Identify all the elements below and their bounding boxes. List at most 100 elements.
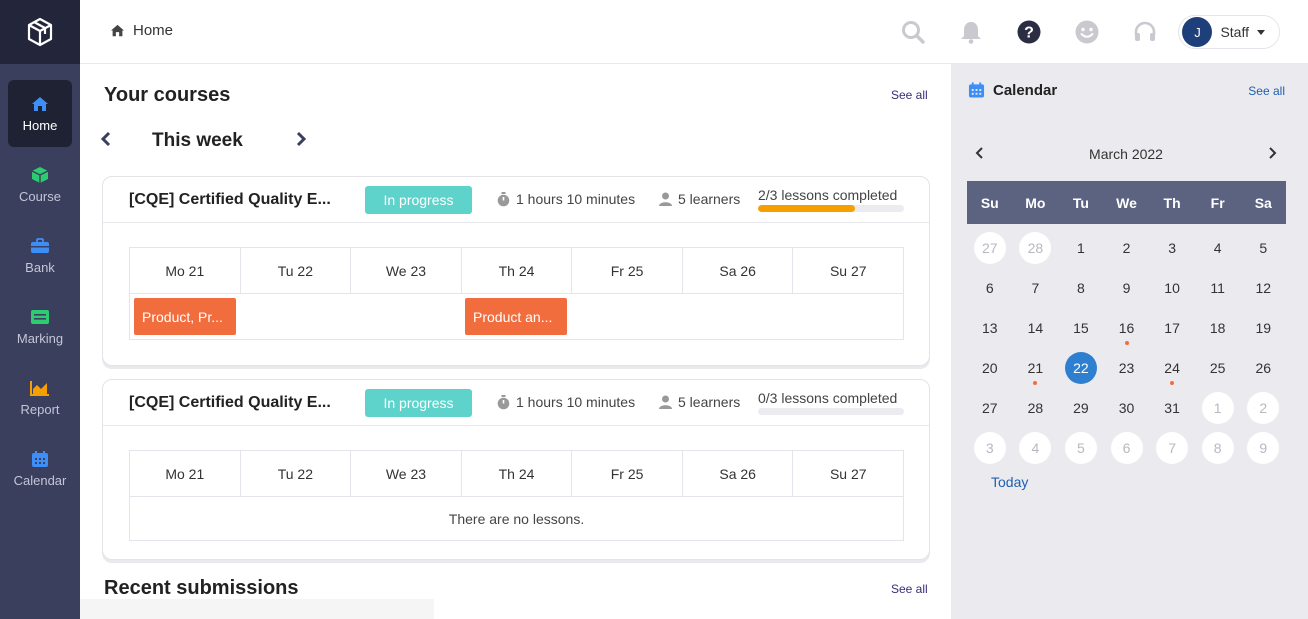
help-button[interactable]: ? — [1000, 0, 1058, 64]
calendar-day[interactable]: 31 — [1149, 388, 1195, 428]
calendar-day[interactable]: 16 — [1104, 308, 1150, 348]
calendar-day[interactable]: 6 — [967, 268, 1013, 308]
calendar-day-number: 9 — [1247, 432, 1280, 464]
calendar-day[interactable]: 20 — [967, 348, 1013, 388]
week-navigator: This week — [100, 130, 307, 152]
calendar-day-number: 23 — [1118, 360, 1135, 376]
prev-week-button[interactable] — [100, 131, 112, 152]
lesson-chip[interactable]: Product an... — [465, 298, 567, 335]
search-button[interactable] — [884, 0, 942, 64]
lesson-chip[interactable]: Product, Pr... — [134, 298, 236, 335]
calendar-day-number: 4 — [1213, 240, 1222, 256]
topbar: Home ? J Staff — [80, 0, 1308, 64]
calendar-day-number: 19 — [1255, 320, 1272, 336]
calendar-day-today[interactable]: 22 — [1058, 348, 1104, 388]
course-learners: 5 learners — [659, 191, 740, 207]
calendar-day-number: 24 — [1164, 360, 1180, 376]
calendar-day[interactable]: 6 — [1104, 428, 1150, 468]
course-title[interactable]: [CQE] Certified Quality E... — [129, 394, 344, 412]
sidebar-item-bank[interactable]: Bank — [8, 222, 72, 289]
calendar-day[interactable]: 1 — [1195, 388, 1241, 428]
next-month-button[interactable] — [1268, 146, 1285, 162]
calendar-day[interactable]: 12 — [1240, 268, 1286, 308]
calendar-day[interactable]: 9 — [1240, 428, 1286, 468]
calendar-day[interactable]: 10 — [1149, 268, 1195, 308]
calendar-day[interactable]: 3 — [967, 428, 1013, 468]
chevron-left-icon — [975, 147, 983, 159]
prev-month-button[interactable] — [967, 146, 984, 162]
breadcrumb-home[interactable]: Home — [133, 22, 173, 39]
next-week-button[interactable] — [295, 131, 307, 152]
calendar-day[interactable]: 26 — [1240, 348, 1286, 388]
support-button[interactable] — [1116, 0, 1174, 64]
calendar-day[interactable]: 21 — [1013, 348, 1059, 388]
calendar-day[interactable]: 8 — [1195, 428, 1241, 468]
app-logo[interactable] — [0, 0, 80, 64]
calendar-day[interactable]: 7 — [1149, 428, 1195, 468]
logo-icon — [27, 17, 53, 47]
sidebar-item-home[interactable]: Home — [8, 80, 72, 147]
calendar-day[interactable]: 4 — [1195, 228, 1241, 268]
calendar-day-number: 29 — [1073, 400, 1089, 416]
sidebar-item-report[interactable]: Report — [8, 364, 72, 431]
calendar-day[interactable]: 4 — [1013, 428, 1059, 468]
course-card-header: [CQE] Certified Quality E... In progress… — [103, 380, 929, 426]
calendar-day[interactable]: 5 — [1058, 428, 1104, 468]
user-menu[interactable]: J Staff — [1178, 15, 1280, 49]
calendar-see-all-link[interactable]: See all — [1248, 84, 1285, 98]
calendar-day[interactable]: 17 — [1149, 308, 1195, 348]
calendar-day[interactable]: 14 — [1013, 308, 1059, 348]
calendar-day[interactable]: 7 — [1013, 268, 1059, 308]
course-card[interactable]: [CQE] Certified Quality E... In progress… — [102, 379, 930, 560]
submissions-preview — [80, 599, 434, 619]
sidebar-item-label: Marking — [16, 330, 64, 346]
calendar-day[interactable]: 1 — [1058, 228, 1104, 268]
calendar-icon — [31, 450, 49, 468]
search-icon — [902, 21, 926, 44]
calendar-day-number: 3 — [1168, 240, 1176, 256]
calendar-day[interactable]: 27 — [967, 388, 1013, 428]
course-title[interactable]: [CQE] Certified Quality E... — [129, 191, 344, 209]
calendar-day[interactable]: 15 — [1058, 308, 1104, 348]
calendar-day[interactable]: 3 — [1149, 228, 1195, 268]
calendar-day-number: 8 — [1201, 432, 1234, 464]
calendar-day[interactable]: 9 — [1104, 268, 1150, 308]
calendar-day[interactable]: 2 — [1240, 388, 1286, 428]
calendar-day[interactable]: 11 — [1195, 268, 1241, 308]
today-link[interactable]: Today — [991, 474, 1028, 490]
calendar-day[interactable]: 19 — [1240, 308, 1286, 348]
course-card[interactable]: [CQE] Certified Quality E... In progress… — [102, 176, 930, 366]
feedback-button[interactable] — [1058, 0, 1116, 64]
weekday-header: Sa — [1254, 194, 1272, 211]
calendar-day[interactable]: 25 — [1195, 348, 1241, 388]
calendar-day-number: 10 — [1164, 280, 1180, 296]
notifications-button[interactable] — [942, 0, 1000, 64]
day-header: Fr 25 — [572, 451, 683, 496]
calendar-day[interactable]: 24 — [1149, 348, 1195, 388]
weekday-header: Th — [1163, 194, 1181, 211]
calendar-day[interactable]: 29 — [1058, 388, 1104, 428]
calendar-day[interactable]: 2 — [1104, 228, 1150, 268]
calendar-day-number: 30 — [1118, 400, 1135, 416]
calendar-day[interactable]: 23 — [1104, 348, 1150, 388]
event-dot — [1124, 341, 1129, 345]
sidebar-item-course[interactable]: Course — [8, 151, 72, 218]
calendar-day-number: 4 — [1019, 432, 1052, 464]
status-badge: In progress — [365, 186, 472, 214]
calendar-day[interactable]: 27 — [967, 228, 1013, 268]
submissions-see-all-link[interactable]: See all — [891, 582, 928, 596]
calendar-day[interactable]: 28 — [1013, 388, 1059, 428]
calendar-day[interactable]: 5 — [1240, 228, 1286, 268]
sidebar-item-marking[interactable]: Marking — [8, 293, 72, 360]
calendar-day[interactable]: 28 — [1013, 228, 1059, 268]
courses-see-all-link[interactable]: See all — [891, 88, 928, 102]
course-learners: 5 learners — [659, 394, 740, 410]
calendar-day[interactable]: 13 — [967, 308, 1013, 348]
progress-text: 2/3 lessons completed — [758, 187, 898, 203]
sidebar-item-calendar[interactable]: Calendar — [8, 435, 72, 502]
calendar-day[interactable]: 30 — [1104, 388, 1150, 428]
breadcrumb[interactable]: Home — [110, 22, 173, 39]
calendar-day[interactable]: 8 — [1058, 268, 1104, 308]
headset-icon — [1135, 21, 1156, 41]
calendar-day[interactable]: 18 — [1195, 308, 1241, 348]
